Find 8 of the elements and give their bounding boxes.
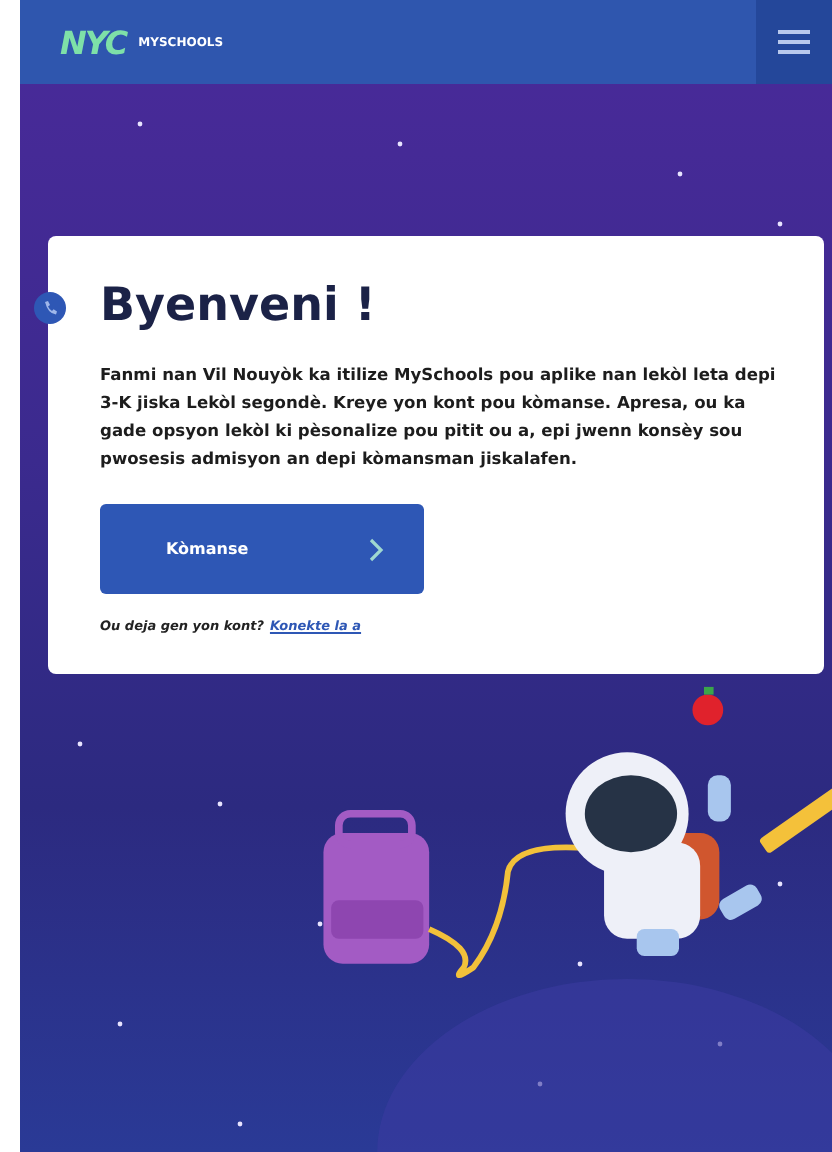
menu-button[interactable] bbox=[756, 0, 832, 84]
logo[interactable]: NYC bbox=[60, 23, 127, 61]
chevron-right-icon bbox=[368, 537, 384, 561]
menu-icon bbox=[778, 30, 810, 54]
phone-icon[interactable] bbox=[34, 292, 66, 324]
welcome-text: Fanmi nan Vil Nouyòk ka itilize MySchools pou aplike nan lekòl leta depi 3-K jiska Lekòl segondè. Kreye yon kont pou kòmanse. Apresa, ou ka gade opsyon lekòl ki pèsonalize pou pitit ou a, epi jwenn konsèy sou pwosesis admisyon an depi kòmansman jiskalafen. bbox=[100, 362, 778, 472]
welcome-title: Byenveni ! bbox=[100, 280, 378, 332]
start-button[interactable]: Kòmanse bbox=[100, 504, 424, 594]
